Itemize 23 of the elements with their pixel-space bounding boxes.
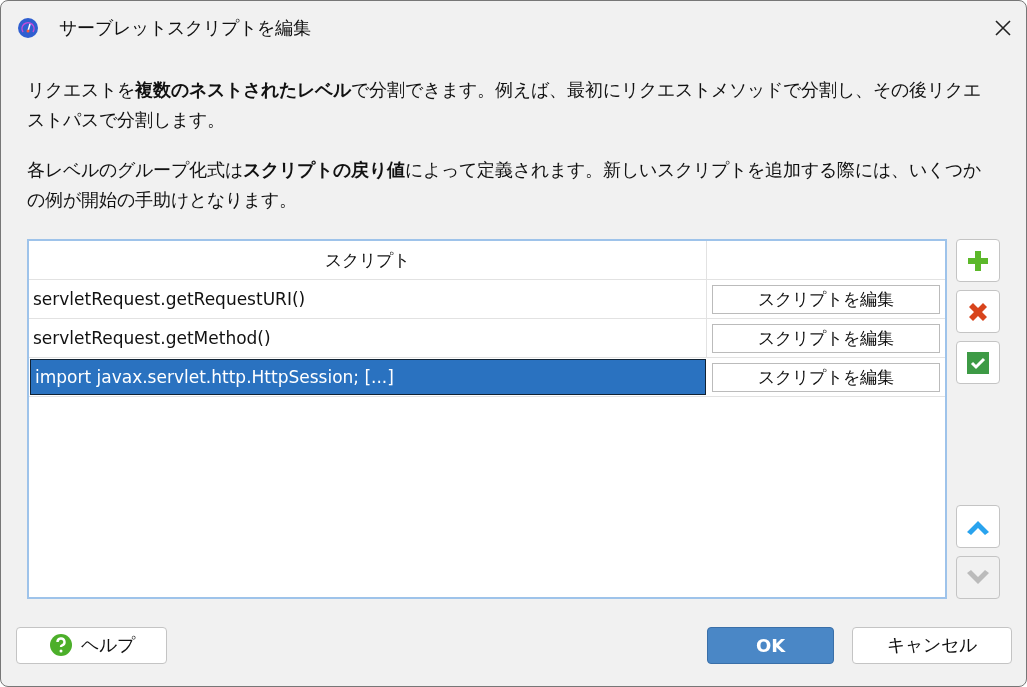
column-header: スクリプト — [29, 241, 707, 279]
plus-icon — [966, 248, 990, 273]
check-button[interactable] — [956, 341, 1000, 384]
description-text: 各レベルのグループ化式はスクリプトの戻り値によって定義されます。新しいスクリプトを追加する際には、いくつかの例が開始の手助けとなります。 — [27, 158, 982, 212]
help-button[interactable]: ヘルプ — [16, 626, 167, 664]
table-cell[interactable]: servletRequest.getMethod() — [29, 319, 707, 357]
edit-script-button[interactable]: スクリプトを編集 — [712, 284, 940, 314]
edit-script-button[interactable]: スクリプトを編集 — [712, 362, 940, 392]
delete-button[interactable] — [956, 290, 1000, 333]
checkmark-icon — [966, 350, 990, 375]
close-icon[interactable] — [994, 19, 1012, 37]
edit-script-button[interactable]: スクリプトを編集 — [712, 323, 940, 353]
table-cell[interactable]: import javax.servlet.http.HttpSession; [...] — [30, 359, 706, 395]
help-icon — [48, 633, 73, 657]
gauge-icon — [17, 17, 39, 39]
description-text: リクエストを複数のネストされたレベルで分割できます。例えば、最初にリクエストメソッドで分割し、その後リクエストパスで分割します。 — [27, 78, 982, 132]
cancel-button[interactable]: キャンセル — [852, 626, 1012, 664]
add-button[interactable] — [956, 239, 1000, 282]
chevron-down-icon — [965, 568, 991, 587]
ok-button[interactable]: OK — [707, 626, 834, 664]
window-title: サーブレットスクリプトを編集 — [59, 16, 312, 40]
table-cell[interactable]: servletRequest.getRequestURI() — [29, 280, 707, 318]
up-button[interactable] — [956, 505, 1000, 548]
